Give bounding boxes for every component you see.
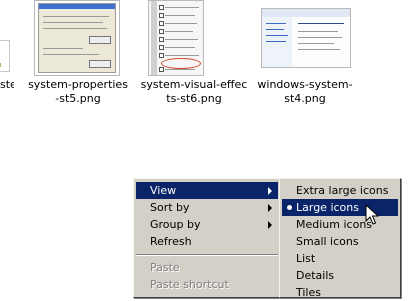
submenu-item-list[interactable]: List [282,250,398,267]
submenu-item-small-icons[interactable]: Small icons [282,233,398,250]
preview-line [266,35,288,36]
menu-separator [136,254,278,256]
preview-line [165,69,195,70]
menu-item-label: Large icons [296,201,359,214]
preview-line [43,22,103,23]
menu-item-label: Small icons [296,235,359,248]
file-label-partial[interactable]: ste [0,78,14,92]
menu-item-label: Extra large icons [296,184,389,197]
preview-navpane [262,17,292,67]
menu-item-label: List [296,252,316,265]
submenu-item-large-icons[interactable]: Large icons [282,199,398,216]
menu-item-refresh[interactable]: Refresh [136,233,278,250]
partial-thumbnail[interactable] [0,40,10,72]
preview-line [298,23,344,24]
radio-bullet-icon [287,205,292,210]
preview-line [266,29,284,30]
preview-line [298,37,342,38]
file-thumbnail[interactable] [261,8,351,68]
submenu-item-details[interactable]: Details [282,267,398,284]
menu-item-label: Paste [150,261,180,274]
preview-line [298,49,340,50]
file-thumbnail[interactable] [148,0,204,76]
preview-line [43,54,99,55]
preview-scrollbar [151,1,157,75]
preview-titlebar [39,4,115,9]
submenu-item-extra-large-icons[interactable]: Extra large icons [282,182,398,199]
preview-line [165,55,199,56]
file-label: system-visual-effects-st6.png [140,78,248,105]
preview-line [165,23,197,24]
preview-highlight-ellipse [161,58,201,69]
file-label: system-properties-st5.png [28,78,128,105]
arrow-right-icon [268,204,272,212]
preview-checkbox [159,29,164,34]
preview-button [89,60,111,68]
preview-checkbox [159,67,164,72]
dialog-preview [38,3,116,73]
preview-line [165,15,195,16]
menu-item-label: Refresh [150,235,192,248]
preview-checkbox [159,53,164,58]
menu-item-group-by[interactable]: Group by [136,216,278,233]
preview-checkbox [159,5,164,10]
menu-item-label: Sort by [150,201,190,214]
preview-line [165,39,198,40]
menu-item-label: Paste shortcut [150,278,229,291]
file-label: windows-system-st4.png [257,78,353,105]
menu-item-label: Tiles [296,286,321,299]
preview-line [165,47,195,48]
preview-checkbox [159,21,164,26]
preview-line [298,31,338,32]
menu-item-paste[interactable]: Paste [136,259,278,276]
view-submenu: Extra large icons Large icons Medium ico… [279,178,401,301]
arrow-right-icon [268,187,272,195]
preview-button [89,36,111,44]
preview-line [43,28,107,29]
preview-checkbox [159,37,164,42]
preview-checkbox [159,13,164,18]
mouse-pointer-icon [365,204,379,225]
menu-item-label: Medium icons [296,218,373,231]
preview-line [298,43,334,44]
menu-item-label: View [150,184,177,197]
submenu-item-medium-icons[interactable]: Medium icons [282,216,398,233]
preview-line [266,23,286,24]
preview-checkbox [159,45,164,50]
preview-line [43,48,83,49]
preview-line [165,7,199,8]
context-menu: View Sort by Group by Refresh Paste Past… [133,178,281,298]
preview-line [266,41,286,42]
menu-item-paste-shortcut[interactable]: Paste shortcut [136,276,278,293]
submenu-item-tiles[interactable]: Tiles [282,284,398,301]
preview-addressbar [262,9,350,17]
menu-item-label: Details [296,269,335,282]
preview-line [43,16,109,17]
preview-line [165,31,193,32]
arrow-right-icon [268,221,272,229]
menu-item-view[interactable]: View [136,182,278,199]
menu-item-sort-by[interactable]: Sort by [136,199,278,216]
menu-item-label: Group by [150,218,201,231]
file-thumbnail[interactable] [34,0,120,76]
